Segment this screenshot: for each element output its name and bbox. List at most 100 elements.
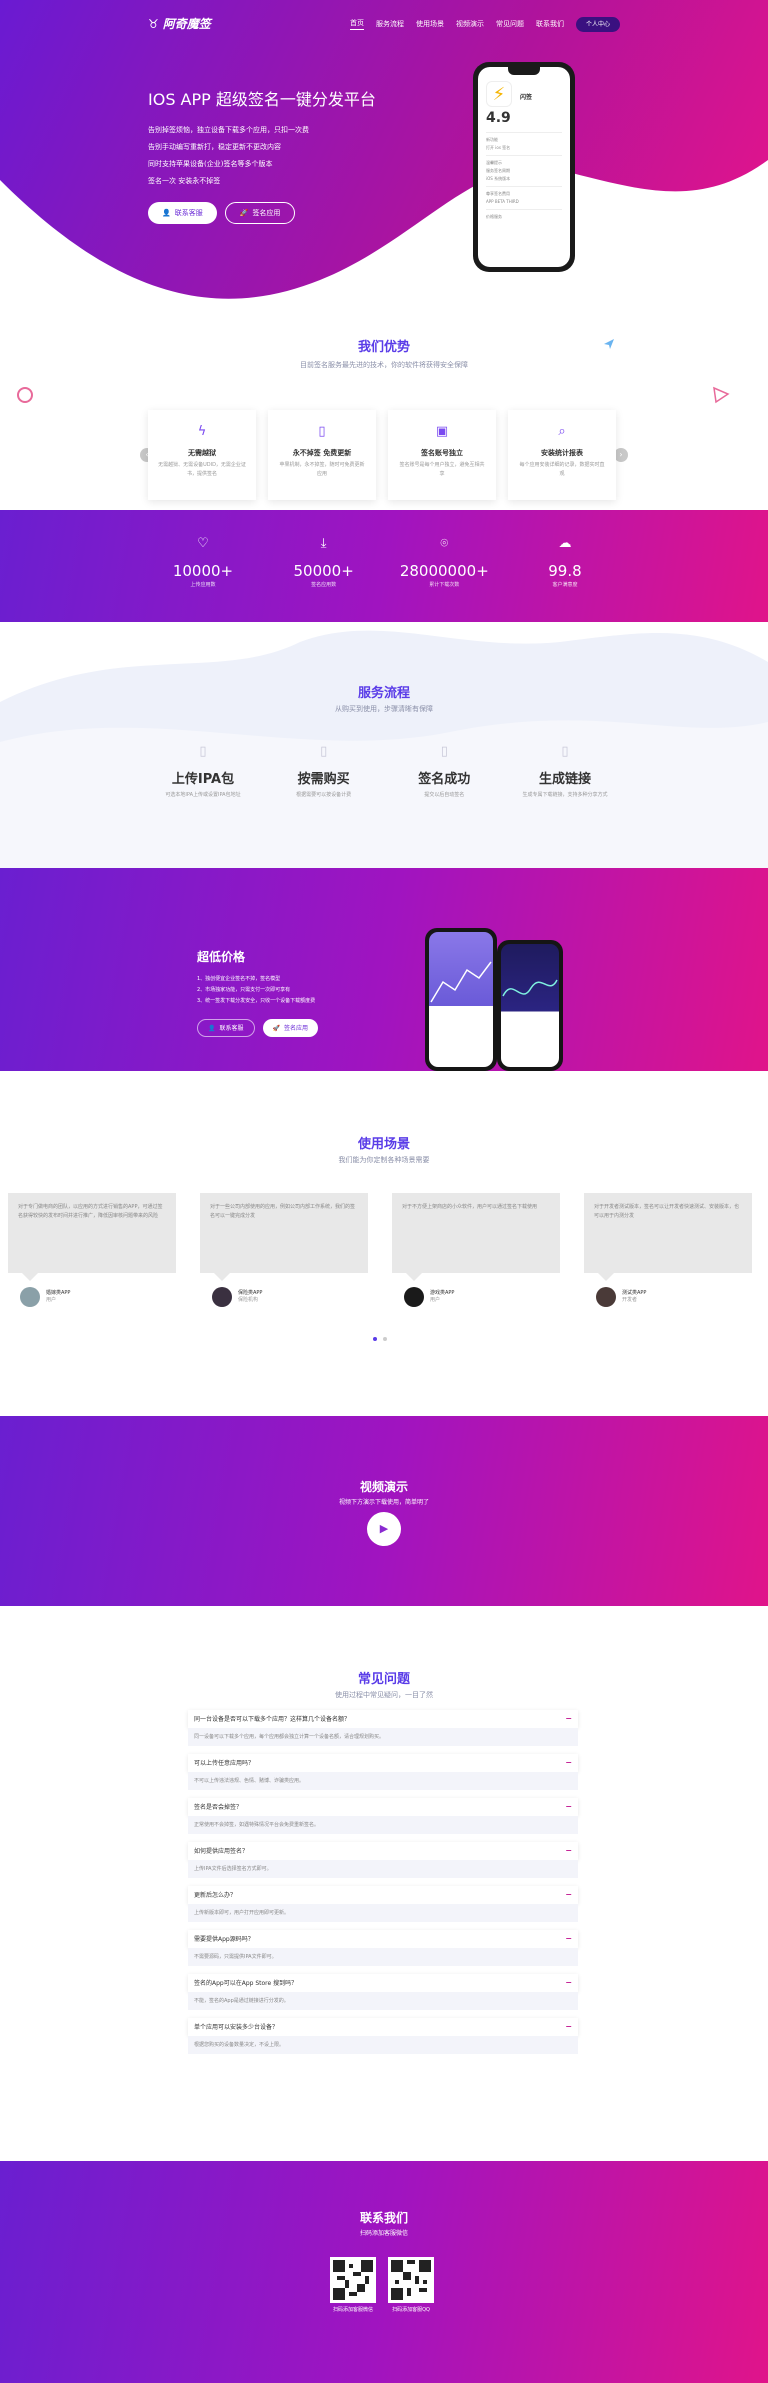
plane-decoration-icon — [604, 339, 614, 349]
nav-item-faq[interactable]: 常见问题 — [496, 19, 524, 30]
pricing-sign-button[interactable]: 🚀 签名应用 — [262, 1019, 318, 1037]
avatar — [212, 1287, 232, 1307]
stat-value: 50000+ — [293, 561, 354, 580]
scene-card: 对于一些公司内部使用的应用，例如公司内部工作系统，我们的签名可以一键完成分发 保… — [200, 1193, 368, 1307]
pricing-title: 超低价格 — [197, 950, 246, 964]
avatar — [404, 1287, 424, 1307]
faq-subtitle: 使用过程中常见疑问，一目了然 — [335, 1691, 433, 1699]
user-center-button[interactable]: 个人中心 — [575, 16, 620, 32]
phone-notch — [508, 67, 540, 75]
search-icon: ⌕ — [558, 424, 566, 439]
stat-value: 28000000+ — [399, 561, 489, 580]
collapse-icon: − — [565, 1714, 572, 1723]
carousel-dot[interactable] — [383, 1337, 387, 1341]
phone-lock-icon: ▣ — [435, 424, 449, 439]
process-title: 服务流程 — [357, 686, 410, 701]
phone-line: 价格服务 — [486, 214, 502, 219]
pricing-line: 3、统一签发下载分发安全，只收一个设备下载额度费 — [197, 998, 316, 1004]
carousel-dot[interactable] — [373, 1337, 377, 1341]
faq-question[interactable]: 可以上传任意应用吗？ − — [188, 1754, 578, 1772]
carousel-next-button[interactable]: › — [614, 448, 628, 462]
nav-item-contact[interactable]: 联系我们 — [536, 19, 564, 30]
video-heading: 视频演示 视频下方演示下载使用，简单明了 — [0, 1478, 768, 1507]
scenes-subtitle: 我们能为你定制各种场景需要 — [338, 1156, 430, 1164]
contact-service-button[interactable]: 👤 联系客服 — [148, 202, 217, 224]
contact-service-label: 联系客服 — [174, 208, 203, 217]
faq-answer: 不可以上传违法违规、色情、赌博、诈骗类应用。 — [188, 1772, 578, 1790]
advantages-subtitle: 目前签名服务最先进的技术，你的软件将获得安全保障 — [300, 361, 468, 369]
scene-card: 对于专门做电商的团队，以应用的方式进行销售的APP，可通过签名获得较快的发布时间… — [8, 1193, 176, 1307]
stat-label: 客户满意度 — [552, 582, 578, 588]
scene-text: 对于不方便上架商店的小众软件，用户可以通过签名下载使用 — [392, 1193, 560, 1281]
heart-icon: ♡ — [197, 536, 209, 551]
faq-question-text: 更新后怎么办？ — [194, 1891, 237, 1899]
faq-item: 签名是否会掉签？ − 正常使用不会掉签，如遇特殊情况平台会免费重新签名。 — [188, 1798, 578, 1834]
pricing-contact-label: 联系客服 — [219, 1024, 244, 1032]
pricing-contact-button[interactable]: 👤 联系客服 — [197, 1019, 255, 1037]
faq-item: 更新后怎么办？ − 上传新版本即可，用户打开应用即可更新。 — [188, 1886, 578, 1922]
step-title: 生成链接 — [538, 771, 591, 787]
advantage-desc: 无需越狱、无需设备UDID，无需企业证书，提供签名 — [158, 462, 246, 477]
collapse-icon: − — [565, 1978, 572, 1987]
stat-item: ☁ 99.8 客户满意度 — [510, 534, 620, 590]
advantages-cards: ϟ 无需越狱 无需越狱、无需设备UDID，无需企业证书，提供签名 ▯ 永不掉签 … — [148, 410, 616, 500]
scenes-carousel: 对于专门做电商的团队，以应用的方式进行销售的APP，可通过签名获得较快的发布时间… — [8, 1193, 752, 1307]
hero-title: IOS APP 超级签名一键分发平台 — [148, 90, 376, 109]
faq-answer: 上传新版本即可，用户打开应用即可更新。 — [188, 1904, 578, 1922]
faq-question[interactable]: 同一台设备是否可以下载多个应用？这样算几个设备名额？ − — [188, 1710, 578, 1728]
faq-answer: 上传IPA文件后选择签名方式即可。 — [188, 1860, 578, 1878]
divider — [486, 132, 562, 133]
scene-card: 对于不方便上架商店的小众软件，用户可以通过签名下载使用 游戏类APP 用户 — [392, 1193, 560, 1307]
hero-line: 告别掉签烦恼，独立设备下载多个应用，只扣一次费 — [148, 126, 309, 134]
step-desc: 提交以后自动签名 — [424, 792, 465, 798]
user-icon: 👤 — [208, 1024, 216, 1032]
faq-item: 同一台设备是否可以下载多个应用？这样算几个设备名额？ − 同一设备可以下载多个应用… — [188, 1710, 578, 1746]
stat-item: ♡ 10000+ 上传应用数 — [148, 534, 258, 590]
contact-section: 联系我们 扫码添加客服微信 扫码添加客服微信 扫码添加客服QQ — [0, 2161, 768, 2383]
phone-line: 温馨提示 — [486, 160, 502, 165]
scenes-section: 使用场景 我们能为你定制各种场景需要 对于专门做电商的团队，以应用的方式进行销售… — [0, 1071, 768, 1416]
divider — [486, 186, 562, 187]
pricing-section: 超低价格 1、独创便宜企业签名不掉，签名模型 2、市场独家功能，只需支付一次即可… — [0, 868, 768, 1071]
faq-question[interactable]: 签名的App可以在App Store 搜到吗？ − — [188, 1974, 578, 1992]
faq-answer: 同一设备可以下载多个应用，每个应用都会独立计算一个设备名额，请合理规划购买。 — [188, 1728, 578, 1746]
faq-answer: 不需要源码，只需提供IPA文件即可。 — [188, 1948, 578, 1966]
faq-question[interactable]: 单个应用可以安装多少台设备？ − — [188, 2018, 578, 2036]
faq-answer: 正常使用不会掉签，如遇特殊情况平台会免费重新签名。 — [188, 1816, 578, 1834]
nav-item-home[interactable]: 首页 — [349, 18, 364, 30]
nav-item-video[interactable]: 视频演示 — [456, 19, 484, 30]
nav-item-scenes[interactable]: 使用场景 — [416, 19, 444, 30]
faq-question[interactable]: 如何提供应用签名？ − — [188, 1842, 578, 1860]
scene-user: 婚嫁类APP 用户 — [8, 1287, 176, 1307]
advantage-card: ⌕ 安装统计报表 每个应用安装详细的记录，数据实时直观 — [508, 410, 616, 500]
faq-question[interactable]: 需要提供App源码吗？ − — [188, 1930, 578, 1948]
faq-question-text: 需要提供App源码吗？ — [194, 1935, 254, 1943]
bull-icon: ♉ — [148, 17, 159, 31]
qr-label: 扫码添加客服QQ — [392, 2307, 430, 2313]
step-title: 按需购买 — [297, 771, 350, 787]
phone-icon: ▯ — [320, 744, 328, 759]
faq-question[interactable]: 签名是否会掉签？ − — [188, 1798, 578, 1816]
faq-question-text: 签名是否会掉签？ — [194, 1803, 243, 1811]
download-icon: ⤓ — [320, 536, 327, 551]
divider — [486, 155, 562, 156]
phone-line: 新功能 — [486, 137, 498, 142]
faq-item: 需要提供App源码吗？ − 不需要源码，只需提供IPA文件即可。 — [188, 1930, 578, 1966]
sign-app-button[interactable]: 🚀 签名应用 — [224, 202, 296, 224]
play-button[interactable]: ▶ — [367, 1512, 401, 1546]
stat-item: ⌾ 28000000+ 累计下载次数 — [389, 534, 499, 590]
process-section: 服务流程 从购买到使用，步骤清晰有保障 ▯ 上传IPA包 可选本地IPA上传或设… — [0, 622, 768, 868]
faq-question[interactable]: 更新后怎么办？ − — [188, 1886, 578, 1904]
stats-section: ♡ 10000+ 上传应用数 ⤓ 50000+ 签名应用数 ⌾ 28000000… — [0, 510, 768, 622]
logo[interactable]: ♉ 阿奇魔签 — [148, 15, 211, 33]
triangle-decoration-icon — [713, 386, 730, 404]
faq-question-text: 单个应用可以安装多少台设备？ — [194, 2023, 279, 2031]
pricing-line: 2、市场独家功能，只需支付一次即可享有 — [197, 987, 291, 993]
pricing-line: 1、独创便宜企业签名不掉，签名模型 — [197, 976, 281, 982]
contact-subtitle: 扫码添加客服微信 — [359, 2230, 408, 2237]
scene-role: 用户 — [430, 1297, 441, 1303]
line-chart-graphic — [430, 961, 492, 1003]
nav-item-process[interactable]: 服务流程 — [376, 19, 404, 30]
faq-title: 常见问题 — [357, 1672, 410, 1687]
step-desc: 根据需要可以按设备计费 — [296, 792, 352, 798]
